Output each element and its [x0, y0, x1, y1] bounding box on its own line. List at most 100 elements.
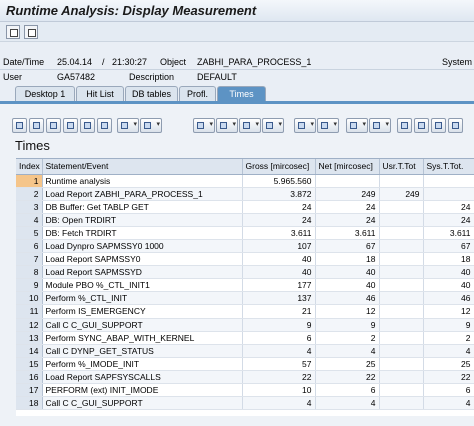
- statement-cell: Load Report SAPMSSY0: [42, 252, 243, 267]
- select-layout-icon[interactable]: [317, 118, 339, 133]
- help-icon[interactable]: [448, 118, 463, 133]
- table-header-row: Index Statement/Event Gross [mircosec] N…: [16, 159, 474, 175]
- table-row[interactable]: 3 DB Buffer: Get TABLP GET 24 24 24: [16, 200, 474, 214]
- usr-t-tot-cell: [379, 200, 424, 214]
- table-row[interactable]: 2 Load Report ZABHI_PARA_PROCESS_1 3.872 24…: [16, 187, 474, 201]
- print-preview-icon[interactable]: [193, 118, 215, 133]
- row-index: 8: [16, 265, 43, 280]
- usr-t-tot-cell: [379, 318, 424, 332]
- usr-t-tot-cell: [379, 278, 424, 293]
- usr-t-tot-cell: [379, 370, 424, 385]
- gross-cell: 107: [242, 239, 316, 254]
- tab-db-tables[interactable]: DB tables: [125, 86, 178, 101]
- object-label: Object: [160, 57, 187, 67]
- sys-t-tot-cell: 2: [423, 331, 474, 345]
- sys-t-tot-cell: 4: [423, 396, 474, 411]
- statement-cell: Call C C_GUI_SUPPORT: [42, 396, 243, 411]
- gross-cell: 9: [242, 318, 316, 332]
- sort-descending-icon[interactable]: [46, 118, 61, 133]
- table-body: 1 Runtime analysis 5.965.560 2 Load Report Z…: [16, 174, 474, 411]
- column-header-sys-t-tot[interactable]: Sys.T.Tot.: [423, 159, 474, 175]
- table-row[interactable]: 14 Call C DYNP_GET_STATUS 4 4 4: [16, 344, 474, 358]
- section-heading: Times: [15, 138, 50, 153]
- statement-cell: Module PBO %_CTL_INIT1: [42, 278, 243, 293]
- column-header-index[interactable]: Index: [16, 159, 43, 175]
- tab-desktop-1[interactable]: Desktop 1: [15, 86, 75, 101]
- info-icon[interactable]: [431, 118, 446, 133]
- usr-t-tot-cell: 249: [379, 187, 424, 201]
- find-next-icon[interactable]: [80, 118, 95, 133]
- sum-icon[interactable]: [117, 118, 139, 133]
- statement-cell: PERFORM (ext) INIT_IMODE: [42, 383, 243, 398]
- sort-ascending-icon[interactable]: [29, 118, 44, 133]
- details-icon[interactable]: [12, 118, 27, 133]
- table-row[interactable]: 9 Module PBO %_CTL_INIT1 177 40 40: [16, 278, 474, 293]
- export-icon[interactable]: [216, 118, 238, 133]
- gross-cell: 177: [242, 278, 316, 293]
- table-row[interactable]: 4 DB: Open TRDIRT 24 24 24: [16, 213, 474, 227]
- table-row[interactable]: 10 Perform %_CTL_INIT 137 46 46: [16, 291, 474, 306]
- table-row[interactable]: 12 Call C C_GUI_SUPPORT 9 9 9: [16, 318, 474, 332]
- column-header-statement[interactable]: Statement/Event: [42, 159, 243, 175]
- statement-cell: Load Report ZABHI_PARA_PROCESS_1: [42, 187, 243, 201]
- usr-t-tot-cell: [379, 291, 424, 306]
- column-header-usr-t-tot[interactable]: Usr.T.Tot: [379, 159, 424, 175]
- graphic-icon[interactable]: [346, 118, 368, 133]
- expand-icon[interactable]: [397, 118, 412, 133]
- sys-t-tot-cell: 40: [423, 265, 474, 280]
- collapse-icon[interactable]: [414, 118, 429, 133]
- change-layout-icon[interactable]: [294, 118, 316, 133]
- row-index: 6: [16, 239, 43, 254]
- net-cell: 24: [315, 213, 380, 227]
- statement-cell: Load Report SAPMSSYD: [42, 265, 243, 280]
- statement-cell: Perform IS_EMERGENCY: [42, 304, 243, 319]
- date-value: 25.04.14: [57, 57, 93, 67]
- sys-t-tot-cell: 24: [423, 213, 474, 227]
- gross-cell: 24: [242, 200, 316, 214]
- tab-times[interactable]: Times: [217, 86, 266, 101]
- table-row[interactable]: 1 Runtime analysis 5.965.560: [16, 174, 474, 188]
- copy-icon[interactable]: [24, 25, 38, 39]
- sys-t-tot-cell: [423, 174, 474, 188]
- table-row[interactable]: 11 Perform IS_EMERGENCY 21 12 12: [16, 304, 474, 319]
- spreadsheet-icon[interactable]: [239, 118, 261, 133]
- net-cell: 4: [315, 396, 380, 411]
- find-icon[interactable]: [63, 118, 78, 133]
- row-index: 3: [16, 200, 43, 214]
- statement-cell: Runtime analysis: [42, 174, 243, 188]
- sys-t-tot-cell: 46: [423, 291, 474, 306]
- abc-analysis-icon[interactable]: [369, 118, 391, 133]
- sys-t-tot-cell: 18: [423, 252, 474, 267]
- gross-cell: 6: [242, 331, 316, 345]
- table-row[interactable]: 8 Load Report SAPMSSYD 40 40 40: [16, 265, 474, 280]
- table-row[interactable]: 17 PERFORM (ext) INIT_IMODE 10 6 6: [16, 383, 474, 398]
- filter-icon[interactable]: [97, 118, 112, 133]
- column-header-net[interactable]: Net [mircosec]: [315, 159, 380, 175]
- tab-profl[interactable]: Profl.: [179, 86, 216, 101]
- statement-cell: DB: Open TRDIRT: [42, 213, 243, 227]
- table-row[interactable]: 5 DB: Fetch TRDIRT 3.611 3.611 3.611: [16, 226, 474, 240]
- table-row[interactable]: 15 Perform %_IMODE_INIT 57 25 25: [16, 357, 474, 371]
- gross-cell: 4: [242, 344, 316, 358]
- usr-t-tot-cell: [379, 213, 424, 227]
- gross-cell: 22: [242, 370, 316, 385]
- table-row[interactable]: 13 Perform SYNC_ABAP_WITH_KERNEL 6 2 2: [16, 331, 474, 345]
- table-row[interactable]: 6 Load Dynpro SAPMSSY0 1000 107 67 67: [16, 239, 474, 254]
- net-cell: 25: [315, 357, 380, 371]
- net-cell: 4: [315, 344, 380, 358]
- table-row[interactable]: 16 Load Report SAPFSYSCALLS 22 22 22: [16, 370, 474, 385]
- usr-t-tot-cell: [379, 265, 424, 280]
- usr-t-tot-cell: [379, 383, 424, 398]
- sys-t-tot-cell: 9: [423, 318, 474, 332]
- settings-icon[interactable]: [6, 25, 20, 39]
- tab-hit-list[interactable]: Hit List: [76, 86, 124, 101]
- net-cell: 9: [315, 318, 380, 332]
- net-cell: 67: [315, 239, 380, 254]
- subtotal-icon[interactable]: [140, 118, 162, 133]
- column-header-gross[interactable]: Gross [mircosec]: [242, 159, 316, 175]
- table-row[interactable]: 7 Load Report SAPMSSY0 40 18 18: [16, 252, 474, 267]
- gross-cell: 57: [242, 357, 316, 371]
- word-processing-icon[interactable]: [262, 118, 284, 133]
- table-row[interactable]: 18 Call C C_GUI_SUPPORT 4 4 4: [16, 396, 474, 411]
- alv-toolbar: [12, 118, 474, 134]
